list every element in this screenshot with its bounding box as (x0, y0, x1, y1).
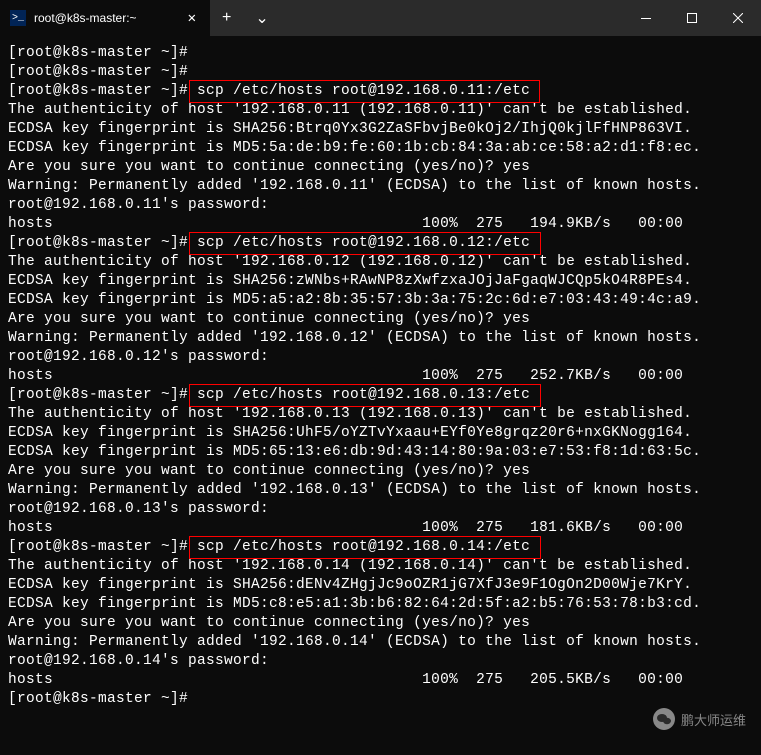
terminal-line: Are you sure you want to continue connec… (8, 310, 753, 329)
tab-dropdown-icon[interactable]: ⌄ (243, 8, 280, 28)
terminal-line: Are you sure you want to continue connec… (8, 614, 753, 633)
terminal-line: The authenticity of host '192.168.0.13 (… (8, 405, 753, 424)
terminal-line: ECDSA key fingerprint is MD5:5a:de:b9:fe… (8, 139, 753, 158)
tabs-area: >_ root@k8s-master:~ ✕ + ⌄ (0, 0, 281, 36)
terminal-line: Warning: Permanently added '192.168.0.14… (8, 633, 753, 652)
terminal-line: The authenticity of host '192.168.0.12 (… (8, 253, 753, 272)
terminal-line: Warning: Permanently added '192.168.0.13… (8, 481, 753, 500)
window-titlebar: >_ root@k8s-master:~ ✕ + ⌄ (0, 0, 761, 36)
minimize-icon (641, 18, 651, 19)
terminal-line: [root@k8s-master ~]# scp /etc/hosts root… (8, 82, 753, 101)
terminal-line: ECDSA key fingerprint is MD5:c8:e5:a1:3b… (8, 595, 753, 614)
terminal-line: root@192.168.0.14's password: (8, 652, 753, 671)
terminal-line: ECDSA key fingerprint is SHA256:Btrq0Yx3… (8, 120, 753, 139)
terminal-line: root@192.168.0.11's password: (8, 196, 753, 215)
new-tab-button[interactable]: + (210, 9, 243, 27)
terminal-line: [root@k8s-master ~]# (8, 690, 753, 709)
tab-title: root@k8s-master:~ (34, 11, 176, 25)
terminal-line: [root@k8s-master ~]# (8, 63, 753, 82)
terminal-tab[interactable]: >_ root@k8s-master:~ ✕ (0, 0, 210, 36)
terminal-line: hosts 100% 275 252.7KB/s 00:00 (8, 367, 753, 386)
terminal-output[interactable]: [root@k8s-master ~]# [root@k8s-master ~]… (0, 36, 761, 717)
terminal-line: The authenticity of host '192.168.0.11 (… (8, 101, 753, 120)
terminal-line: [root@k8s-master ~]# (8, 44, 753, 63)
close-window-button[interactable] (715, 0, 761, 36)
terminal-line: root@192.168.0.13's password: (8, 500, 753, 519)
powershell-icon: >_ (10, 10, 26, 26)
terminal-line: Are you sure you want to continue connec… (8, 158, 753, 177)
terminal-line: [root@k8s-master ~]# scp /etc/hosts root… (8, 538, 753, 557)
terminal-line: ECDSA key fingerprint is SHA256:dENv4ZHg… (8, 576, 753, 595)
terminal-line: ECDSA key fingerprint is MD5:a5:a2:8b:35… (8, 291, 753, 310)
terminal-line: Warning: Permanently added '192.168.0.12… (8, 329, 753, 348)
close-icon (733, 13, 743, 23)
maximize-button[interactable] (669, 0, 715, 36)
terminal-line: root@192.168.0.12's password: (8, 348, 753, 367)
terminal-line: ECDSA key fingerprint is SHA256:zWNbs+RA… (8, 272, 753, 291)
terminal-line: hosts 100% 275 194.9KB/s 00:00 (8, 215, 753, 234)
wechat-icon (653, 708, 675, 730)
window-controls (623, 0, 761, 36)
watermark: 鹏大师运维 (653, 708, 746, 730)
terminal-line: ECDSA key fingerprint is SHA256:UhF5/oYZ… (8, 424, 753, 443)
minimize-button[interactable] (623, 0, 669, 36)
maximize-icon (687, 13, 697, 23)
terminal-line: hosts 100% 275 181.6KB/s 00:00 (8, 519, 753, 538)
terminal-line: Warning: Permanently added '192.168.0.11… (8, 177, 753, 196)
watermark-text: 鹏大师运维 (681, 710, 746, 729)
terminal-line: [root@k8s-master ~]# scp /etc/hosts root… (8, 386, 753, 405)
terminal-line: ECDSA key fingerprint is MD5:65:13:e6:db… (8, 443, 753, 462)
terminal-line: The authenticity of host '192.168.0.14 (… (8, 557, 753, 576)
terminal-line: [root@k8s-master ~]# scp /etc/hosts root… (8, 234, 753, 253)
terminal-line: Are you sure you want to continue connec… (8, 462, 753, 481)
terminal-line: hosts 100% 275 205.5KB/s 00:00 (8, 671, 753, 690)
close-tab-icon[interactable]: ✕ (184, 8, 200, 29)
